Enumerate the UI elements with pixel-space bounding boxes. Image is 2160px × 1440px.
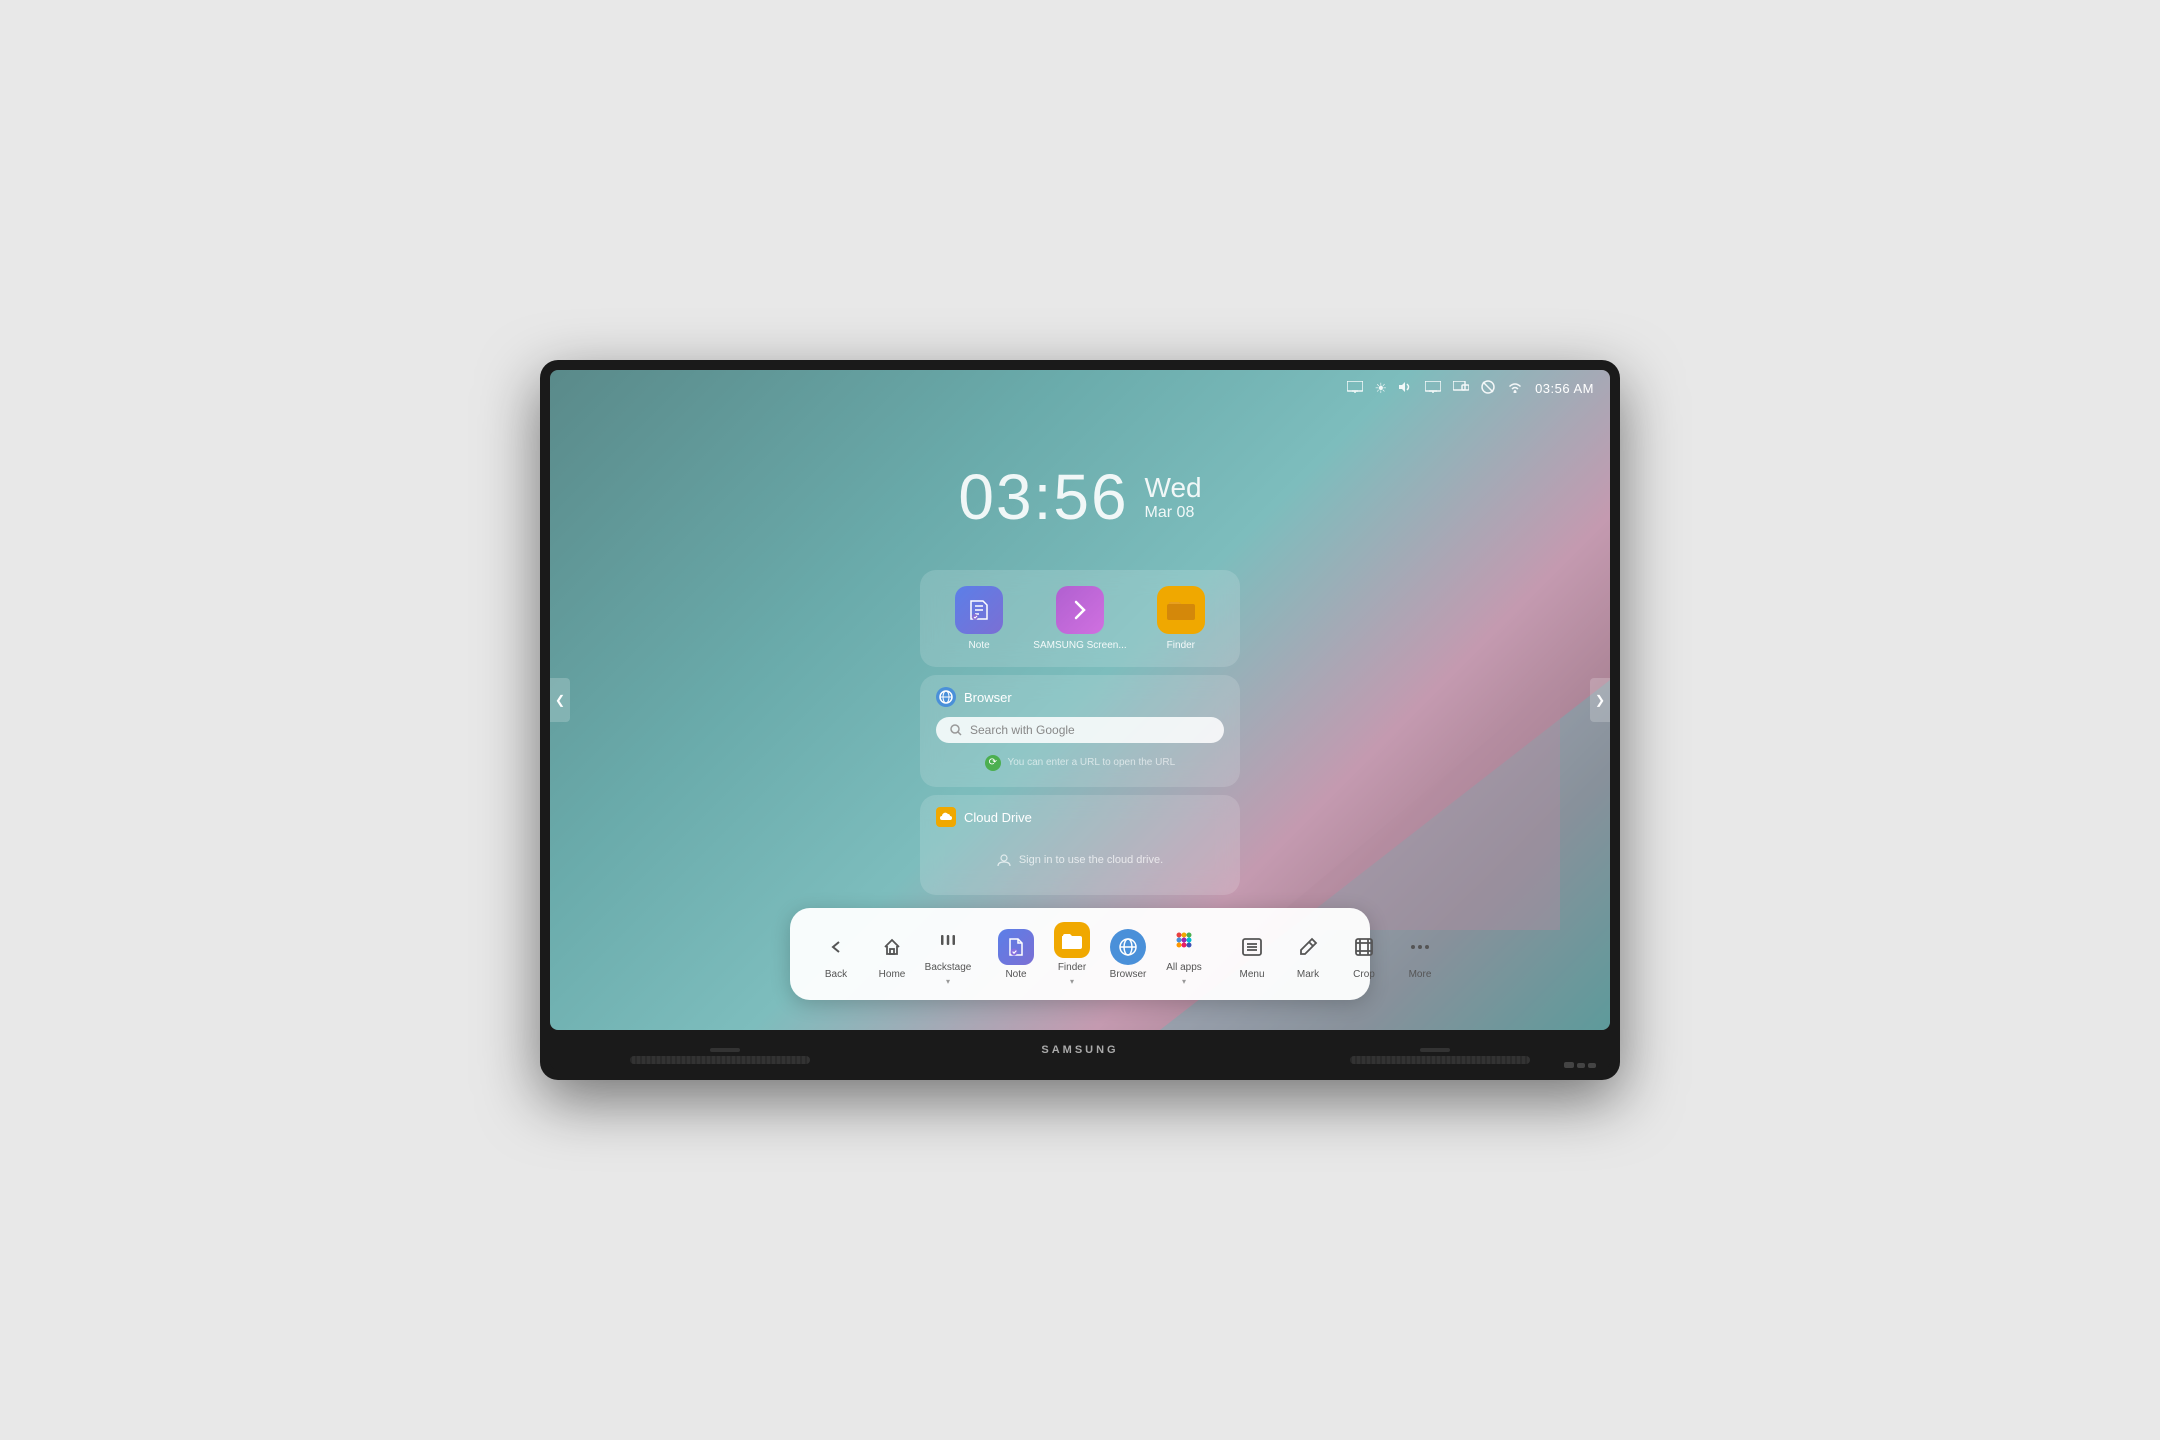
menu-icon — [1234, 929, 1270, 965]
samsung-screen-app[interactable]: SAMSUNG Screen... — [1033, 586, 1126, 651]
finder-chevron: ▾ — [1070, 977, 1074, 986]
wifi-icon — [1507, 380, 1523, 396]
browser-hint-text: You can enter a URL to open the URL — [1007, 757, 1175, 768]
hint-icon: ⟳ — [985, 755, 1001, 771]
right-arrow[interactable]: ❯ — [1590, 678, 1610, 722]
tv-screen: ☀ 03:56 AM ❮ ❯ — [550, 370, 1610, 1030]
tv-power-button-right — [1420, 1048, 1450, 1052]
samsung-screen-label: SAMSUNG Screen... — [1033, 640, 1126, 651]
widgets-area: Note SAMSUNG Screen... Finder — [920, 570, 1240, 895]
crop-icon — [1346, 929, 1382, 965]
taskbar-back[interactable]: Back — [810, 925, 862, 984]
browser-widget: Browser Search with Google ⟳ You can ent… — [920, 675, 1240, 787]
browser-taskbar-label: Browser — [1110, 969, 1147, 980]
note-app-label: Note — [969, 640, 990, 651]
cloud-drive-header: Cloud Drive — [936, 807, 1224, 827]
allapps-icon — [1166, 922, 1202, 958]
browser-widget-title: Browser — [964, 690, 1012, 705]
samsung-screen-icon — [1056, 586, 1104, 634]
cloud-drive-title: Cloud Drive — [964, 810, 1032, 825]
hdmi-port — [1564, 1062, 1574, 1068]
screen-share-icon — [1453, 380, 1469, 396]
browser-widget-icon — [936, 687, 956, 707]
menu-label: Menu — [1239, 969, 1264, 980]
taskbar-more[interactable]: More — [1394, 925, 1446, 984]
display-icon — [1425, 380, 1441, 396]
note-taskbar-label: Note — [1005, 969, 1026, 980]
usb-port-1 — [1577, 1063, 1585, 1068]
taskbar-mark[interactable]: Mark — [1282, 925, 1334, 984]
tv-bottom-bezel: SAMSUNG — [550, 1030, 1610, 1070]
back-icon — [818, 929, 854, 965]
taskbar-backstage[interactable]: Backstage ▾ — [922, 918, 974, 990]
status-bar: ☀ 03:56 AM — [550, 370, 1610, 406]
note-taskbar-icon — [998, 929, 1034, 965]
taskbar-crop[interactable]: Crop — [1338, 925, 1390, 984]
browser-hint: ⟳ You can enter a URL to open the URL — [936, 751, 1224, 775]
finder-taskbar-icon — [1054, 922, 1090, 958]
finder-app[interactable]: Finder — [1157, 586, 1205, 651]
cloud-drive-icon — [936, 807, 956, 827]
tv-display: ☀ 03:56 AM ❮ ❯ — [540, 360, 1620, 1080]
finder-app-label: Finder — [1167, 640, 1195, 651]
usb-port-2 — [1588, 1063, 1596, 1068]
more-icon — [1402, 929, 1438, 965]
note-app-icon — [955, 586, 1003, 634]
clock-date: Wed Mar 08 — [1145, 472, 1202, 522]
samsung-logo: SAMSUNG — [1041, 1044, 1118, 1056]
allapps-chevron: ▾ — [1182, 977, 1186, 986]
screen-icon — [1347, 380, 1363, 396]
allapps-label: All apps — [1166, 962, 1202, 973]
user-icon — [997, 853, 1011, 867]
clock-month: Mar 08 — [1145, 504, 1202, 522]
backstage-chevron: ▾ — [946, 977, 950, 986]
note-app[interactable]: Note — [955, 586, 1003, 651]
mark-label: Mark — [1297, 969, 1319, 980]
browser-taskbar-icon — [1110, 929, 1146, 965]
browser-widget-header: Browser — [936, 687, 1224, 707]
crop-label: Crop — [1353, 969, 1375, 980]
port-area — [1564, 1062, 1596, 1068]
taskbar-home[interactable]: Home — [866, 925, 918, 984]
status-time: 03:56 AM — [1535, 381, 1594, 396]
speaker-left — [630, 1056, 810, 1064]
backstage-label: Backstage — [925, 962, 972, 973]
search-placeholder: Search with Google — [970, 723, 1075, 737]
backstage-icon — [930, 922, 966, 958]
left-arrow[interactable]: ❮ — [550, 678, 570, 722]
taskbar: Back Home Backstage ▾ Note — [790, 908, 1370, 1000]
cloud-sign-in[interactable]: Sign in to use the cloud drive. — [936, 837, 1224, 883]
tv-power-button-left — [710, 1048, 740, 1052]
home-icon — [874, 929, 910, 965]
clock-area: 03:56 Wed Mar 08 — [958, 460, 1201, 534]
taskbar-note[interactable]: Note — [990, 925, 1042, 984]
cloud-drive-widget: Cloud Drive Sign in to use the cloud dri… — [920, 795, 1240, 895]
more-label: More — [1409, 969, 1432, 980]
taskbar-browser[interactable]: Browser — [1102, 925, 1154, 984]
cloud-sign-in-text: Sign in to use the cloud drive. — [1019, 854, 1163, 866]
home-label: Home — [879, 969, 906, 980]
block-icon — [1481, 380, 1495, 397]
brightness-icon: ☀ — [1375, 380, 1388, 397]
browser-search-bar[interactable]: Search with Google — [936, 717, 1224, 743]
speaker-right — [1350, 1056, 1530, 1064]
taskbar-finder[interactable]: Finder ▾ — [1046, 918, 1098, 990]
finder-app-icon — [1157, 586, 1205, 634]
taskbar-allapps[interactable]: All apps ▾ — [1158, 918, 1210, 990]
clock-day: Wed — [1145, 472, 1202, 504]
finder-taskbar-label: Finder — [1058, 962, 1086, 973]
taskbar-menu[interactable]: Menu — [1226, 925, 1278, 984]
back-label: Back — [825, 969, 847, 980]
volume-icon — [1399, 380, 1413, 396]
mark-icon — [1290, 929, 1326, 965]
apps-widget: Note SAMSUNG Screen... Finder — [920, 570, 1240, 667]
search-icon — [950, 724, 962, 736]
clock-time: 03:56 — [958, 460, 1128, 534]
